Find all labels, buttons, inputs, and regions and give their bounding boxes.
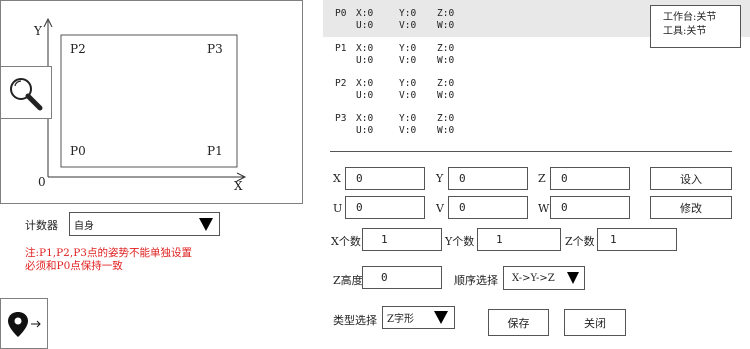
z-count-field[interactable]: 1 xyxy=(597,228,677,251)
pose-z: Z:0 xyxy=(437,78,455,89)
status-box: 工作台:关节 工具:关节 xyxy=(650,5,741,48)
pose-u: U:0 xyxy=(356,90,374,101)
point-p3-label: P3 xyxy=(207,42,223,56)
x-field[interactable]: 0 xyxy=(345,167,425,190)
w-field[interactable]: 0 xyxy=(550,196,630,219)
order-select[interactable]: X->Y->Z xyxy=(503,266,585,290)
pose-u: U:0 xyxy=(356,125,374,136)
pose-y: Y:0 xyxy=(399,78,417,89)
point-p2-label: P2 xyxy=(70,42,86,56)
pose-w: W:0 xyxy=(437,125,455,136)
set-in-button[interactable]: 设入 xyxy=(650,167,732,190)
y-field[interactable]: 0 xyxy=(448,167,528,190)
pose-z: Z:0 xyxy=(437,8,455,19)
z-height-label: Z高度 xyxy=(333,274,363,287)
w-field-label: W xyxy=(538,202,550,215)
pose-z: Z:0 xyxy=(437,43,455,54)
modify-button[interactable]: 修改 xyxy=(650,196,732,219)
note-line-1: 注:P1,P2,P3点的姿势不能单独设置 xyxy=(25,247,192,259)
note-text: 注:P1,P2,P3点的姿势不能单独设置 必须和P0点保持一致 xyxy=(25,247,192,273)
pose-u: U:0 xyxy=(356,20,374,31)
x-count-field[interactable]: 1 xyxy=(362,228,442,251)
counter-label: 计数器 xyxy=(25,219,58,232)
x-field-label: X xyxy=(333,172,341,185)
pose-x: X:0 xyxy=(356,113,374,124)
divider xyxy=(330,151,732,152)
z-count-label: Z个数 xyxy=(565,235,595,248)
x-axis-label: X xyxy=(234,179,243,193)
pose-w: W:0 xyxy=(437,55,455,66)
v-field[interactable]: 0 xyxy=(448,196,528,219)
pose-x: X:0 xyxy=(356,43,374,54)
pose-x: X:0 xyxy=(356,78,374,89)
u-field[interactable]: 0 xyxy=(345,196,425,219)
note-line-2: 必须和P0点保持一致 xyxy=(25,260,123,272)
counter-select[interactable]: 自身 xyxy=(69,212,220,236)
pose-x: X:0 xyxy=(356,8,374,19)
point-p0-label: P0 xyxy=(70,144,86,158)
magnifier-icon xyxy=(10,78,43,111)
type-label: 类型选择 xyxy=(333,314,377,327)
pose-v: V:0 xyxy=(399,125,417,136)
pose-id: P0 xyxy=(335,8,347,19)
pose-id: P1 xyxy=(335,43,347,54)
z-field-label: Z xyxy=(538,172,546,185)
chevron-down-icon xyxy=(567,272,579,284)
counter-value: 自身 xyxy=(74,220,94,232)
chevron-down-icon xyxy=(434,311,448,324)
point-p1-label: P1 xyxy=(207,144,223,158)
u-field-label: U xyxy=(333,202,343,215)
y-count-field[interactable]: 1 xyxy=(477,228,561,251)
pose-id: P3 xyxy=(335,113,347,124)
type-select[interactable]: Z字形 xyxy=(382,306,455,329)
y-field-label: Y xyxy=(436,172,444,185)
z-field[interactable]: 0 xyxy=(550,167,630,190)
pose-y: Y:0 xyxy=(399,8,417,19)
pose-v: V:0 xyxy=(399,20,417,31)
pose-y: Y:0 xyxy=(399,113,417,124)
pose-v: V:0 xyxy=(399,90,417,101)
tool-status: 工具:关节 xyxy=(663,26,707,37)
y-axis-label: Y xyxy=(34,24,42,38)
z-height-field[interactable]: 0 xyxy=(362,266,442,289)
pose-y: Y:0 xyxy=(399,43,417,54)
zoom-button[interactable] xyxy=(0,66,52,119)
pose-w: W:0 xyxy=(437,90,455,101)
save-button[interactable]: 保存 xyxy=(488,309,549,336)
order-value: X->Y->Z xyxy=(512,272,555,284)
location-button[interactable] xyxy=(0,298,48,349)
pose-v: V:0 xyxy=(399,55,417,66)
pose-w: W:0 xyxy=(437,20,455,31)
close-button[interactable]: 关闭 xyxy=(564,309,626,336)
chevron-down-icon xyxy=(199,218,213,231)
v-field-label: V xyxy=(436,202,444,215)
pose-id: P2 xyxy=(335,78,347,89)
type-value: Z字形 xyxy=(387,314,414,325)
location-pin-arrow-icon xyxy=(8,312,41,337)
pose-u: U:0 xyxy=(356,55,374,66)
order-label: 顺序选择 xyxy=(454,274,498,287)
y-count-label: Y个数 xyxy=(445,235,475,248)
x-count-label: X个数 xyxy=(331,235,361,248)
workbench-status: 工作台:关节 xyxy=(663,12,717,23)
pose-z: Z:0 xyxy=(437,113,455,124)
origin-label: 0 xyxy=(38,175,46,189)
